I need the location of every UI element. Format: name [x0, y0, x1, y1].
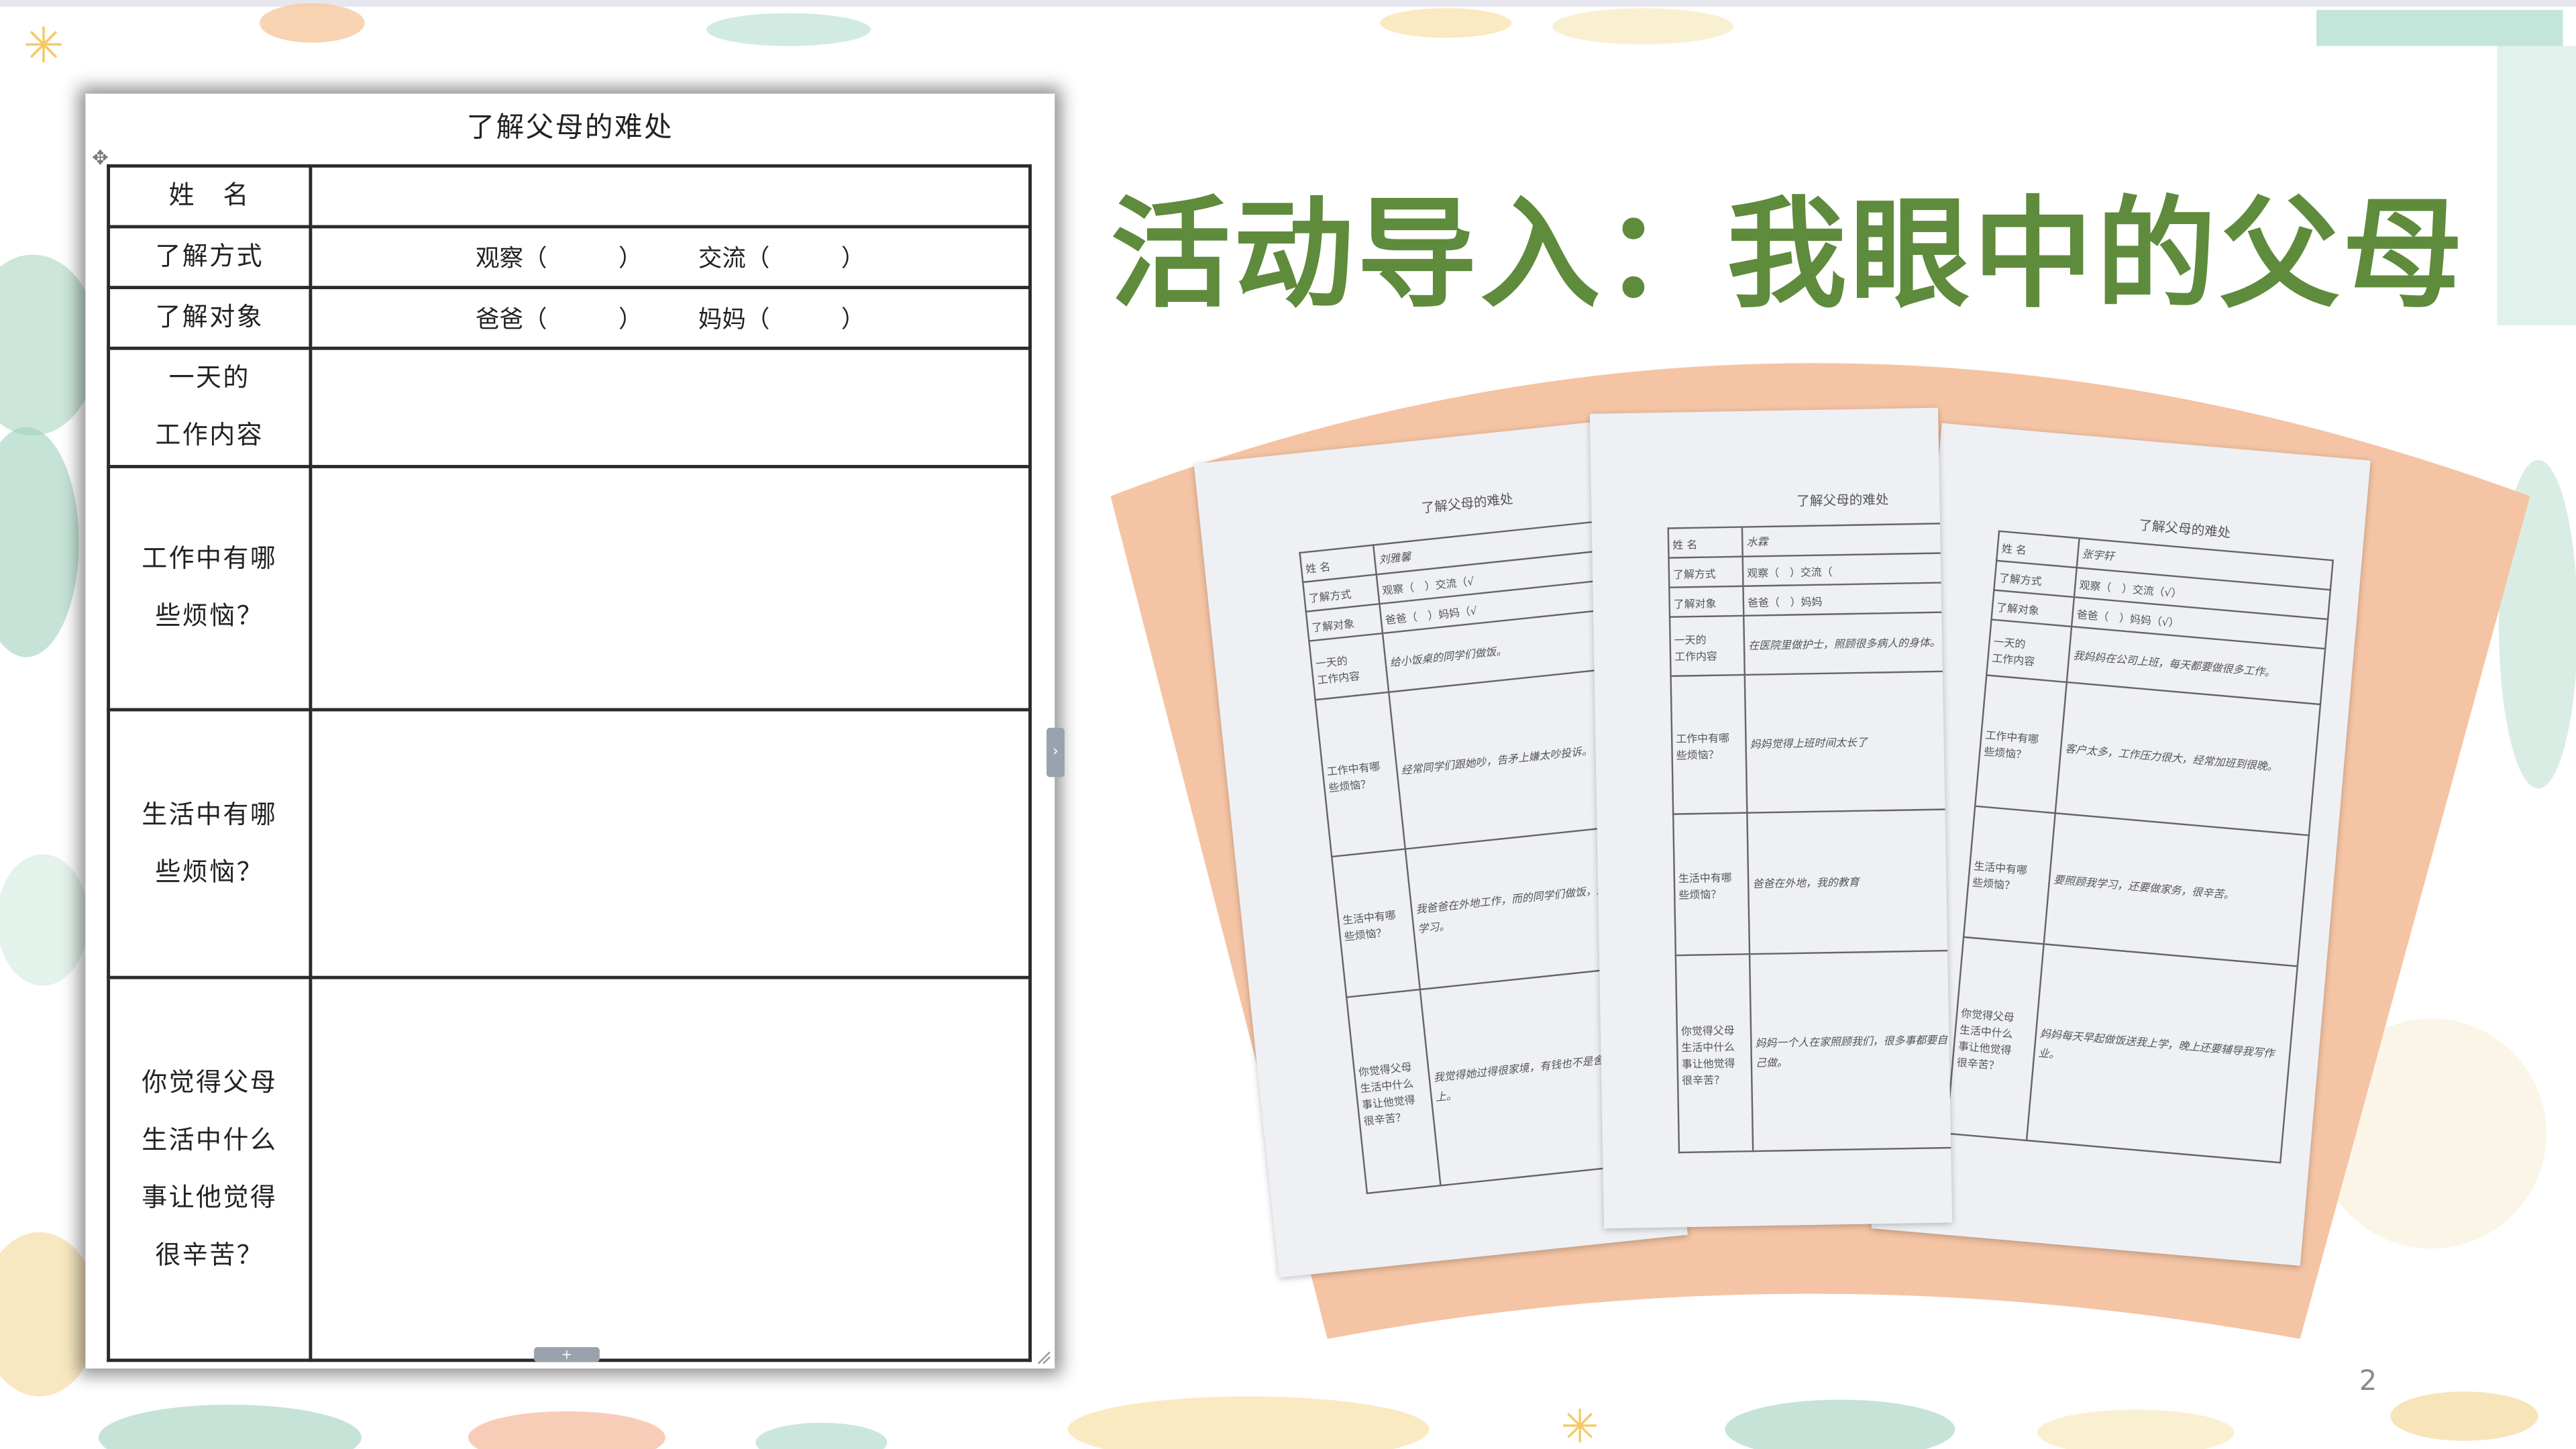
page-number: 2: [2359, 1365, 2377, 1399]
photo-label: 工作中有哪 些烦恼？: [1975, 675, 2067, 814]
photo-handwriting: 客户太多，工作压力很大，经常加班到很晚。: [2055, 682, 2320, 836]
photo-label: 生活中有哪 些烦恼？: [1964, 806, 2055, 945]
photo-handwriting: 妈妈觉得上班时间太长了: [1744, 671, 1948, 813]
photo-label: 一天的 工作内容: [1309, 633, 1389, 700]
photo-options: 爸爸（ ）妈妈: [1743, 582, 1944, 616]
photo-title: 了解父母的难处: [2138, 518, 2232, 541]
slide: ✳ ✳ 了解父母的难处 ✥ 姓 名 了解方式 观察（ ） 交流（ ） 了解对象 …: [0, 0, 2576, 1449]
photo-label: 你觉得父母 生活中什么 事让他觉得 很辛苦？: [1675, 954, 1754, 1152]
photo-label: 姓 名: [1668, 527, 1743, 558]
photo-label: 工作中有哪 些烦恼？: [1670, 674, 1748, 814]
photo-label: 了解对象: [1669, 586, 1744, 617]
photo-table: 姓 名张宇轩 了解方式 观察（ ）交流（√） 了解对象 爸爸（ ）妈妈（√） 一天的…: [1945, 530, 2334, 1163]
photo-label: 了解方式: [1668, 556, 1743, 588]
photo-table: 姓 名水霖 了解方式 观察（ ）交流（ 了解对象 爸爸（ ）妈妈 一天的 工作内容 在医…: [1667, 523, 1953, 1153]
photo-label: 一天的 工作内容: [1670, 615, 1745, 676]
photo-handwriting: 妈妈每天早起做饭送我上学，晚上还要辅导我写作业。: [2027, 944, 2298, 1163]
photo-title: 了解父母的难处: [1796, 492, 1889, 509]
photo-handwriting: 要照顾我学习，还要做家务，很辛苦。: [2043, 813, 2309, 967]
photo-options: 观察（ ）交流（: [1742, 553, 1944, 586]
photo-label: 生活中有哪 些烦恼？: [1332, 849, 1420, 998]
photo-handwriting: 水霖: [1741, 523, 1943, 557]
photo-handwriting: 爸爸在外地，我的教育: [1747, 809, 1950, 955]
photo-handwriting: 妈妈一个人在家照顾我们，很多事都要自己做。: [1750, 951, 1953, 1152]
photo-label: 一天的 工作内容: [1986, 619, 2072, 682]
photo-handwriting: 在医院里做护士，照顾很多病人的身体。: [1743, 612, 1945, 675]
photo-title: 了解父母的难处: [1420, 491, 1514, 517]
worksheet-photo-2: 了解父母的难处 姓 名水霖 了解方式 观察（ ）交流（ 了解对象 爸爸（ ）妈妈 一…: [1589, 407, 1953, 1229]
photo-label: 生活中有哪 些烦恼？: [1673, 812, 1750, 956]
